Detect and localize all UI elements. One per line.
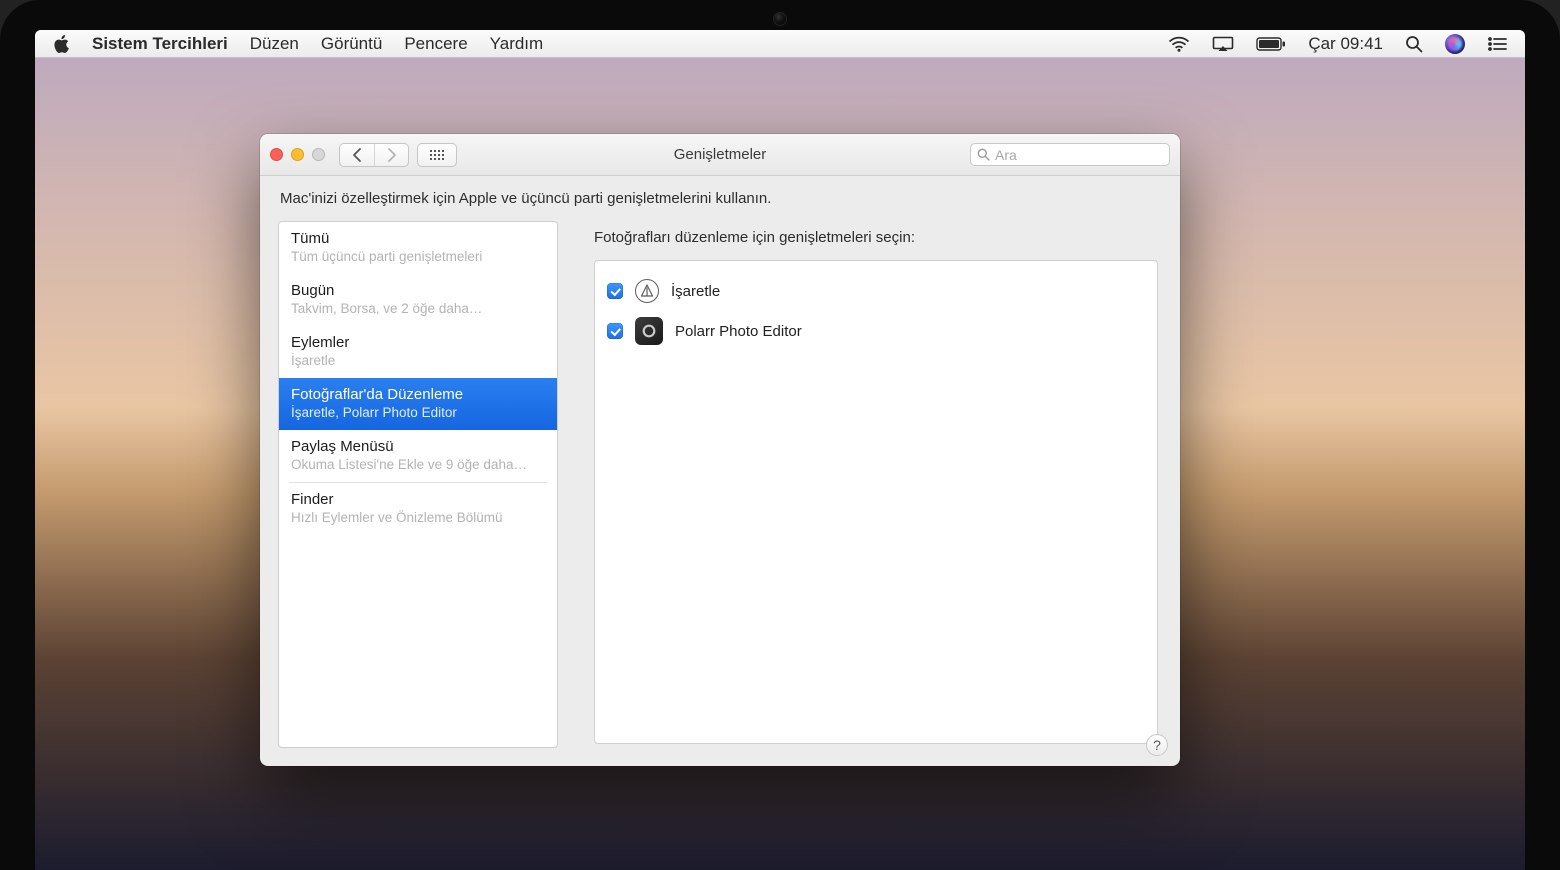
sidebar-item-title: Paylaş Menüsü [291, 438, 545, 455]
intro-text: Mac'inizi özelleştirmek için Apple ve üç… [278, 190, 1162, 207]
preferences-window: Genişletmeler Mac'inizi özelleştirmek iç… [260, 134, 1180, 766]
screen: Sistem Tercihleri Düzen Görüntü Pencere … [35, 30, 1525, 870]
minimize-button[interactable] [291, 148, 304, 161]
sidebar-item-subtitle: İşaretle, Polarr Photo Editor [291, 405, 545, 420]
sidebar-item-today[interactable]: Bugün Takvim, Borsa, ve 2 öğe daha… [279, 274, 557, 326]
detail-heading: Fotoğrafları düzenleme için genişletmele… [594, 229, 1158, 246]
laptop-camera [773, 12, 787, 26]
help-button[interactable]: ? [1146, 734, 1168, 756]
detail-pane: Fotoğrafları düzenleme için genişletmele… [570, 221, 1162, 748]
menu-item-window[interactable]: Pencere [404, 34, 467, 54]
extension-label: İşaretle [671, 283, 720, 300]
window-body: Mac'inizi özelleştirmek için Apple ve üç… [260, 176, 1180, 766]
nav-buttons [339, 143, 409, 167]
menu-item-edit[interactable]: Düzen [250, 34, 299, 54]
sidebar-item-finder[interactable]: Finder Hızlı Eylemler ve Önizleme Bölümü [279, 483, 557, 535]
menubar-clock[interactable]: Çar 09:41 [1308, 34, 1383, 54]
laptop-frame: Sistem Tercihleri Düzen Görüntü Pencere … [0, 0, 1560, 870]
extension-label: Polarr Photo Editor [675, 323, 802, 340]
search-input[interactable] [995, 147, 1163, 163]
sidebar-item-subtitle: Tüm üçüncü parti genişletmeleri [291, 249, 545, 264]
spotlight-icon[interactable] [1405, 35, 1423, 53]
back-button[interactable] [340, 144, 374, 166]
sidebar-item-subtitle: Okuma Listesi'ne Ekle ve 9 öğe daha… [291, 457, 545, 472]
polarr-icon [635, 317, 663, 345]
sidebar-item-share-menu[interactable]: Paylaş Menüsü Okuma Listesi'ne Ekle ve 9… [279, 430, 557, 482]
traffic-lights [270, 148, 325, 161]
sidebar-item-subtitle: Takvim, Borsa, ve 2 öğe daha… [291, 301, 545, 316]
grid-icon [430, 150, 444, 160]
close-button[interactable] [270, 148, 283, 161]
airplay-icon[interactable] [1212, 36, 1234, 52]
notification-center-icon[interactable] [1487, 36, 1507, 52]
sidebar-item-subtitle: Hızlı Eylemler ve Önizleme Bölümü [291, 510, 545, 525]
search-field[interactable] [970, 143, 1170, 166]
menu-item-view[interactable]: Görüntü [321, 34, 382, 54]
extension-checkbox[interactable] [607, 283, 623, 299]
menubar-left: Sistem Tercihleri Düzen Görüntü Pencere … [53, 34, 543, 54]
window-titlebar: Genişletmeler [260, 134, 1180, 176]
battery-icon[interactable] [1256, 37, 1286, 51]
chevron-left-icon [352, 148, 363, 162]
window-title: Genişletmeler [674, 146, 767, 163]
panes: Tümü Tüm üçüncü parti genişletmeleri Bug… [278, 221, 1162, 748]
sidebar-item-title: Bugün [291, 282, 545, 299]
sidebar-item-all[interactable]: Tümü Tüm üçüncü parti genişletmeleri [279, 222, 557, 274]
forward-button[interactable] [374, 144, 408, 166]
chevron-right-icon [386, 148, 397, 162]
menubar-right: Çar 09:41 [1168, 34, 1507, 54]
zoom-button[interactable] [312, 148, 325, 161]
menu-app-name[interactable]: Sistem Tercihleri [92, 34, 228, 54]
sidebar-item-title: Finder [291, 491, 545, 508]
apple-logo-icon[interactable] [53, 34, 70, 54]
sidebar-item-title: Tümü [291, 230, 545, 247]
menubar: Sistem Tercihleri Düzen Görüntü Pencere … [35, 30, 1525, 58]
sidebar-item-title: Fotoğraflar'da Düzenleme [291, 386, 545, 403]
sidebar: Tümü Tüm üçüncü parti genişletmeleri Bug… [278, 221, 558, 748]
extension-row-polarr: Polarr Photo Editor [607, 311, 1145, 351]
markup-icon [635, 279, 659, 303]
sidebar-item-title: Eylemler [291, 334, 545, 351]
siri-icon[interactable] [1445, 34, 1465, 54]
extension-checkbox[interactable] [607, 323, 623, 339]
extension-row-markup: İşaretle [607, 271, 1145, 311]
sidebar-item-photos-editing[interactable]: Fotoğraflar'da Düzenleme İşaretle, Polar… [279, 378, 557, 430]
sidebar-item-subtitle: İşaretle [291, 353, 545, 368]
extensions-list: İşaretle Polarr Photo Editor [594, 260, 1158, 744]
search-icon [977, 148, 990, 161]
menu-item-help[interactable]: Yardım [490, 34, 544, 54]
wifi-icon[interactable] [1168, 36, 1190, 52]
sidebar-item-actions[interactable]: Eylemler İşaretle [279, 326, 557, 378]
show-all-button[interactable] [417, 143, 457, 167]
